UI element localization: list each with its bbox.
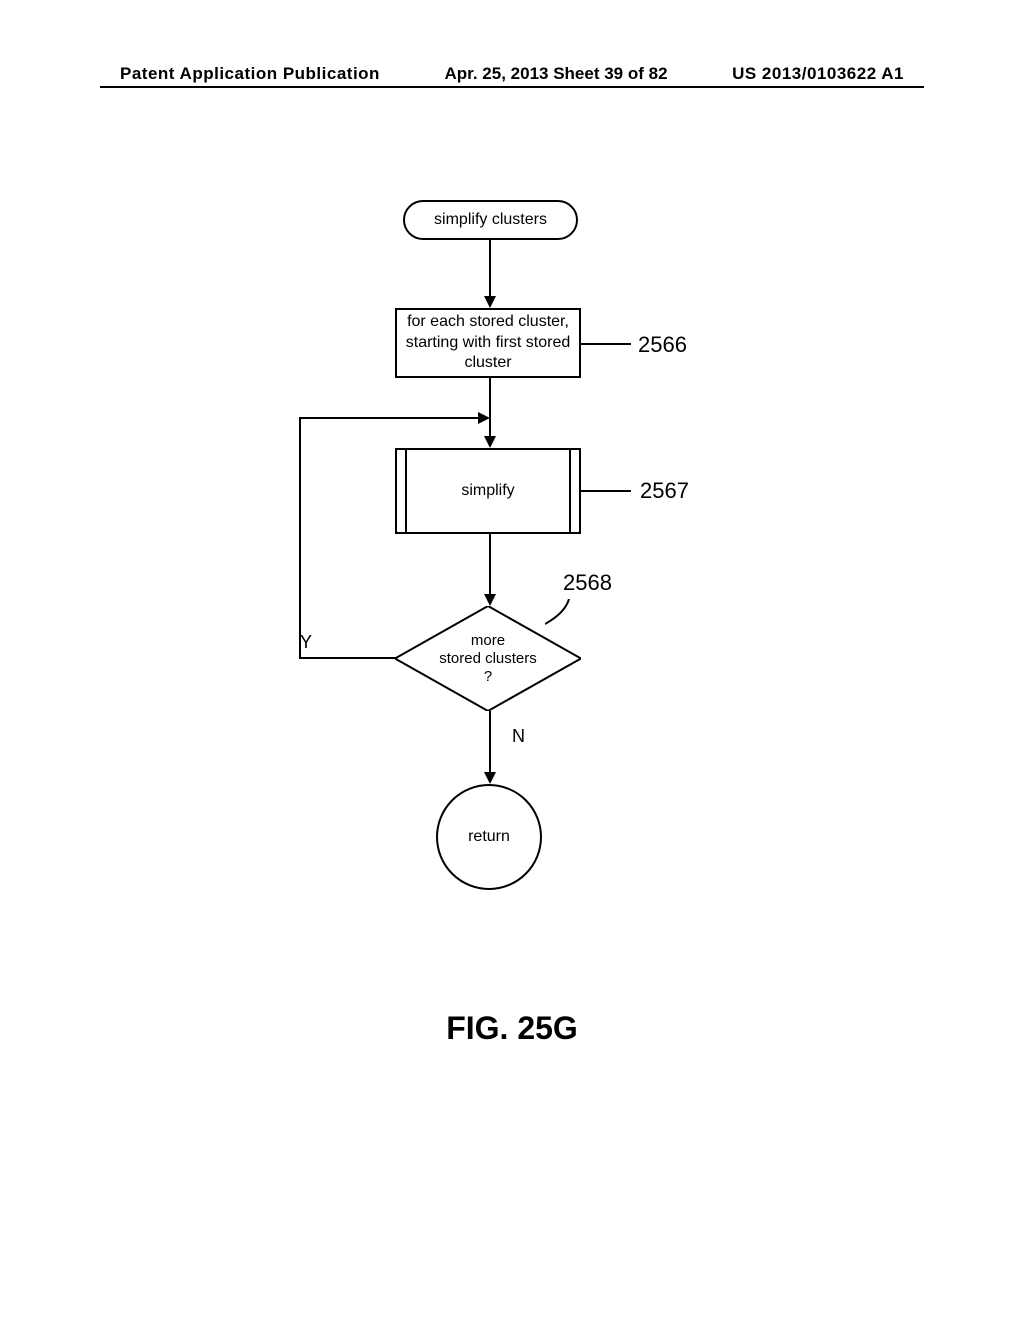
ref-label-2567: 2567 — [640, 478, 689, 504]
ref-leader-2568 — [545, 599, 575, 630]
ref-leader-2566 — [581, 343, 631, 345]
ref-label-2566: 2566 — [638, 332, 687, 358]
decision-yes-label: Y — [300, 632, 312, 653]
flow-start-terminal: simplify clusters — [403, 200, 578, 240]
ref-label-2568: 2568 — [563, 570, 612, 596]
decision-line3: ? — [484, 668, 492, 686]
header-divider — [100, 86, 924, 88]
flow-process-foreach: for each stored cluster, starting with f… — [395, 308, 581, 378]
header-sheet: Apr. 25, 2013 Sheet 39 of 82 — [445, 64, 668, 84]
header-patent-number: US 2013/0103622 A1 — [732, 64, 904, 84]
figure-label: FIG. 25G — [0, 1010, 1024, 1047]
header-publication: Patent Application Publication — [120, 64, 380, 84]
arrow-decision-no-to-return — [483, 711, 497, 786]
flow-return-terminal: return — [436, 784, 542, 890]
decision-no-label: N — [512, 726, 525, 747]
arrow-start-to-process — [483, 240, 497, 310]
ref-leader-2567 — [581, 490, 631, 492]
arrow-decision-yes-loop — [290, 408, 500, 668]
